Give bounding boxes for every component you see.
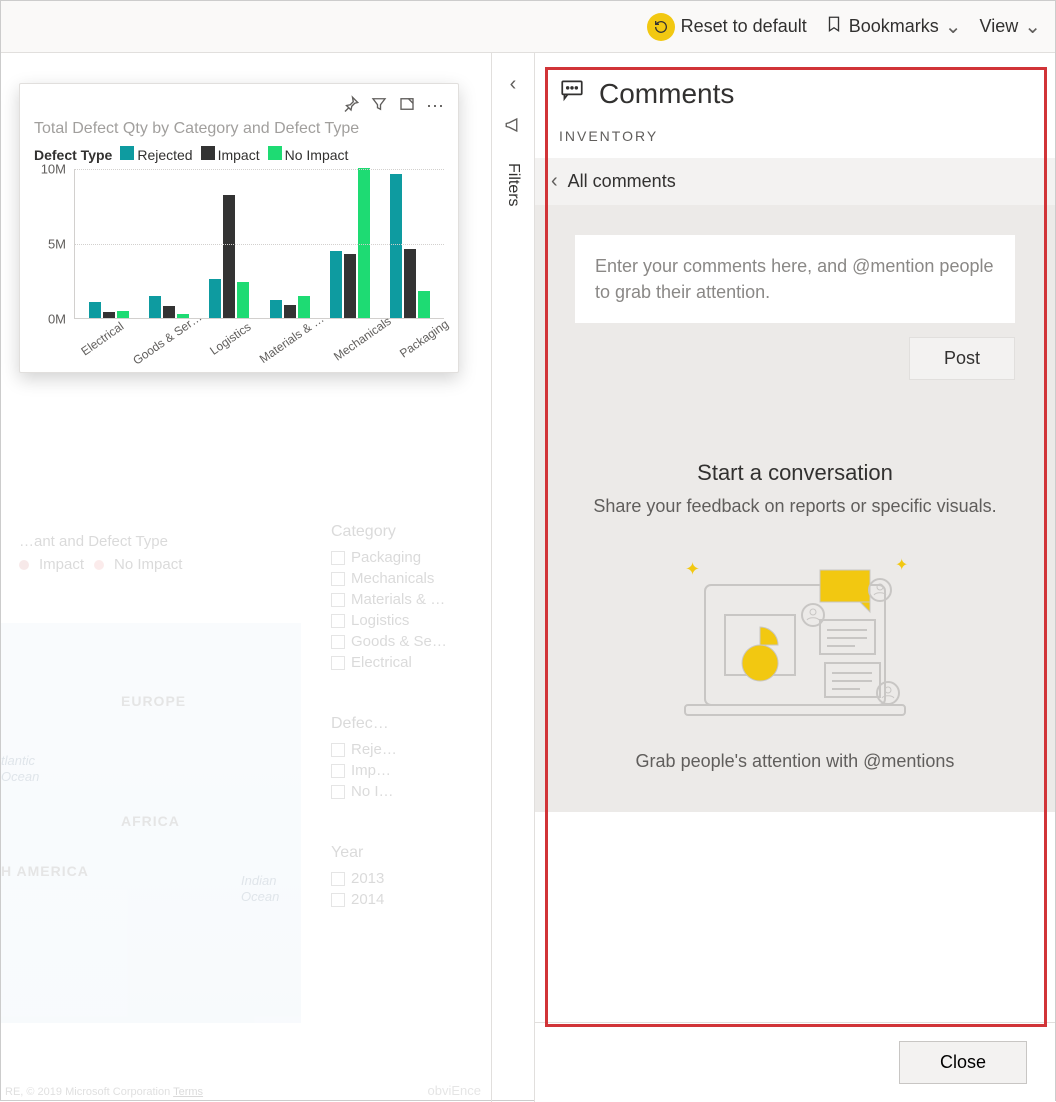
bookmarks-dropdown[interactable]: Bookmarks ⌄ — [825, 14, 962, 39]
chart-legend: Defect Type Rejected Impact No Impact — [34, 146, 444, 163]
megaphone-icon[interactable] — [504, 116, 522, 139]
x-axis-label: Goods & Ser… — [130, 310, 212, 379]
svg-text:✦: ✦ — [685, 559, 700, 579]
chart-plot-area: 10M5M0M ElectricalGoods & Ser…LogisticsM… — [34, 169, 444, 364]
legend-swatch — [201, 146, 215, 160]
empty-state-hint: Grab people's attention with @mentions — [575, 751, 1015, 772]
bar[interactable] — [270, 300, 282, 318]
top-toolbar: Reset to default Bookmarks ⌄ View ⌄ — [1, 1, 1055, 53]
all-comments-back[interactable]: ‹ All comments — [535, 158, 1055, 205]
bar[interactable] — [284, 305, 296, 319]
conversation-illustration: ✦ ✦ — [575, 545, 1015, 735]
legend-title: Defect Type — [34, 147, 112, 163]
dimmed-report-background: …ant and Defect Type Impact No Impact EU… — [1, 523, 491, 1102]
bar[interactable] — [330, 251, 342, 319]
bar[interactable] — [149, 296, 161, 319]
x-axis-label: Materials & … — [257, 311, 335, 377]
bar[interactable] — [209, 279, 221, 318]
comments-title: Comments — [599, 78, 734, 110]
comments-pane-header: Comments — [559, 77, 1031, 110]
bar[interactable] — [103, 312, 115, 318]
view-dropdown[interactable]: View ⌄ — [980, 14, 1041, 39]
comments-context-label: INVENTORY — [559, 128, 1031, 144]
empty-state-subtitle: Share your feedback on reports or specif… — [575, 494, 1015, 519]
x-axis-label: Packaging — [397, 317, 459, 372]
filters-collapsed-rail[interactable]: ‹ Filters — [491, 53, 535, 1102]
comments-pane: Comments INVENTORY ‹ All comments Enter … — [535, 53, 1055, 1102]
bookmarks-label: Bookmarks — [849, 16, 939, 37]
comments-empty-state: Start a conversation Share your feedback… — [575, 460, 1015, 772]
y-axis-tick: 0M — [48, 312, 66, 327]
svg-text:✦: ✦ — [895, 557, 908, 574]
all-comments-label: All comments — [568, 171, 676, 192]
bar[interactable] — [404, 249, 416, 318]
reset-to-default-button[interactable]: Reset to default — [647, 13, 807, 41]
legend-swatch — [120, 146, 134, 160]
view-label: View — [980, 16, 1019, 37]
visual-toolbar: ⋯ — [34, 94, 444, 118]
empty-state-title: Start a conversation — [575, 460, 1015, 486]
more-options-icon[interactable]: ⋯ — [426, 96, 444, 117]
filters-label: Filters — [504, 163, 522, 207]
chevron-left-icon: ‹ — [551, 170, 558, 193]
chevron-left-icon[interactable]: ‹ — [510, 73, 517, 96]
legend-item-label: Impact — [218, 147, 260, 163]
bar[interactable] — [89, 302, 101, 319]
bar[interactable] — [237, 282, 249, 318]
reset-label: Reset to default — [681, 16, 807, 37]
bar[interactable] — [418, 291, 430, 318]
chart-title: Total Defect Qty by Category and Defect … — [34, 120, 444, 138]
comment-icon — [559, 77, 585, 110]
legend-swatch — [268, 146, 282, 160]
bar[interactable] — [163, 306, 175, 318]
bar[interactable] — [117, 311, 129, 319]
chevron-down-icon: ⌄ — [1024, 14, 1041, 39]
bar[interactable] — [390, 174, 402, 318]
close-button[interactable]: Close — [899, 1041, 1027, 1084]
filter-icon[interactable] — [370, 95, 388, 118]
chart-visual[interactable]: ⋯ Total Defect Qty by Category and Defec… — [19, 83, 459, 373]
chevron-down-icon: ⌄ — [945, 14, 962, 39]
report-canvas: ⋯ Total Defect Qty by Category and Defec… — [1, 53, 491, 1102]
legend-item-label: Rejected — [137, 147, 192, 163]
x-axis-label: Logistics — [208, 320, 262, 370]
bar[interactable] — [344, 254, 356, 319]
pin-icon[interactable] — [342, 95, 360, 118]
y-axis-tick: 10M — [41, 162, 66, 177]
x-axis-label: Mechanicals — [331, 314, 402, 375]
reset-icon — [647, 13, 675, 41]
legend-item-label: No Impact — [285, 147, 349, 163]
x-axis-label: Electrical — [78, 319, 134, 370]
focus-mode-icon[interactable] — [398, 95, 416, 118]
bar[interactable] — [298, 296, 310, 319]
bar[interactable] — [223, 195, 235, 318]
comment-input[interactable]: Enter your comments here, and @mention p… — [575, 235, 1015, 323]
y-axis-tick: 5M — [48, 237, 66, 252]
post-button[interactable]: Post — [909, 337, 1015, 380]
bookmark-icon — [825, 15, 843, 38]
